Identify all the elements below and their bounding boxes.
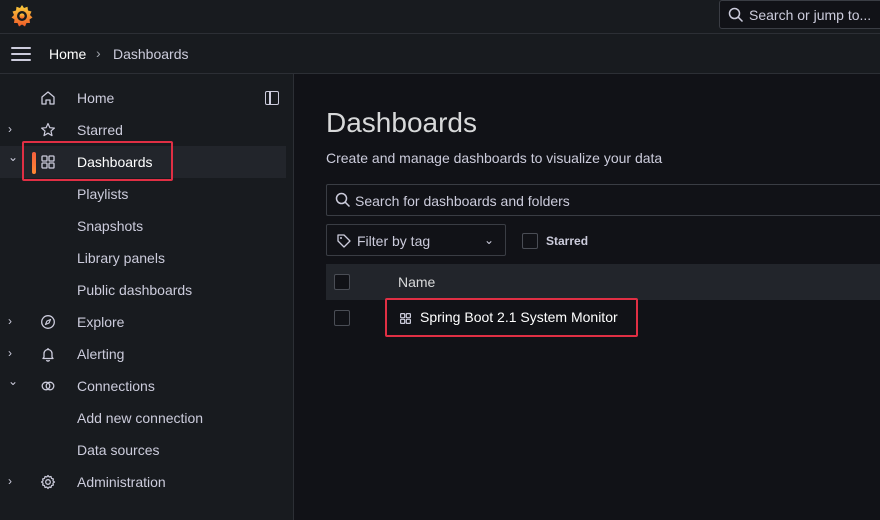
main-content: Dashboards Create and manage dashboards … [295,74,880,520]
sidebar-item-snapshots[interactable]: Snapshots [0,210,286,242]
breadcrumb: Home › Dashboards [0,34,880,74]
sidebar-item-label: Home [77,90,115,106]
breadcrumb-current: Dashboards [113,46,189,62]
tag-icon [337,234,351,248]
tag-filter-select[interactable]: Filter by tag ⌄ [326,224,506,256]
sidebar-item-starred[interactable]: › Starred [0,114,286,146]
chevron-right-icon[interactable]: › [8,346,20,360]
chevron-right-icon[interactable]: › [8,474,20,488]
global-search-placeholder: Search or jump to... [749,7,872,23]
sidebar-item-data-sources[interactable]: Data sources [0,434,286,466]
chevron-right-icon[interactable]: › [8,122,20,136]
compass-icon [41,315,55,329]
sidebar-item-label: Data sources [77,442,160,458]
sidebar-item-label: Connections [77,378,155,394]
sidebar-item-label: Add new connection [77,410,204,426]
sidebar-item-add-new-connection[interactable]: Add new connection [0,402,286,434]
top-bar: Search or jump to... [0,0,880,34]
star-icon [41,122,55,137]
table-header: Name [326,264,880,300]
sidebar-item-label: Administration [77,474,166,490]
select-all-checkbox[interactable] [334,274,350,290]
apps-icon [400,313,411,324]
sidebar-item-dashboards[interactable]: ⌄ Dashboards [0,146,286,178]
chevron-down-icon[interactable]: ⌄ [8,150,20,164]
sidebar-item-home[interactable]: Home [0,82,286,114]
bell-icon [42,348,54,362]
sidebar-item-label: Alerting [77,346,125,362]
sidebar-item-alerting[interactable]: › Alerting [0,338,286,370]
starred-label[interactable]: Starred [546,234,588,248]
sidebar-item-label: Explore [77,314,125,330]
sidebar-item-administration[interactable]: › Administration [0,466,286,498]
apps-icon [41,155,55,169]
sidebar-item-label: Snapshots [77,218,144,234]
chevron-down-icon: ⌄ [484,233,495,247]
gear-icon [40,474,56,490]
home-icon [41,91,55,105]
sidebar-item-public-dashboards[interactable]: Public dashboards [0,274,286,306]
search-icon [335,192,351,208]
sidebar-item-label: Playlists [77,186,129,202]
sidebar-item-label: Starred [77,122,123,138]
grafana-logo-icon[interactable] [9,3,35,29]
row-checkbox[interactable] [334,310,350,326]
dashboard-search-placeholder: Search for dashboards and folders [355,193,570,209]
connections-icon [41,381,55,391]
column-header-name[interactable]: Name [398,274,435,290]
sidebar-item-connections[interactable]: ⌄ Connections [0,370,286,402]
dashboard-link[interactable]: Spring Boot 2.1 System Monitor [420,309,618,325]
sidebar-item-label: Library panels [77,250,165,266]
chevron-down-icon[interactable]: ⌄ [8,374,20,388]
active-indicator [32,152,36,174]
search-icon [728,7,744,23]
sidebar: Home › Starred ⌄ Dashboards Playlists Sn… [0,74,294,520]
page-title: Dashboards [326,107,477,138]
sidebar-item-playlists[interactable]: Playlists [0,178,286,210]
sidebar-item-label: Public dashboards [77,282,193,298]
breadcrumb-separator-icon: › [96,45,101,61]
tag-filter-placeholder: Filter by tag [357,233,431,249]
chevron-right-icon[interactable]: › [8,314,20,328]
sidebar-item-library-panels[interactable]: Library panels [0,242,286,274]
sidebar-item-label: Dashboards [77,154,153,170]
page-subtitle: Create and manage dashboards to visualiz… [326,150,663,166]
dashboard-search-input[interactable]: Search for dashboards and folders [326,184,880,216]
starred-checkbox[interactable] [522,233,538,249]
menu-icon[interactable] [11,47,31,61]
breadcrumb-home-link[interactable]: Home [49,46,86,62]
sidebar-item-explore[interactable]: › Explore [0,306,286,338]
global-search-input[interactable]: Search or jump to... [719,0,880,29]
